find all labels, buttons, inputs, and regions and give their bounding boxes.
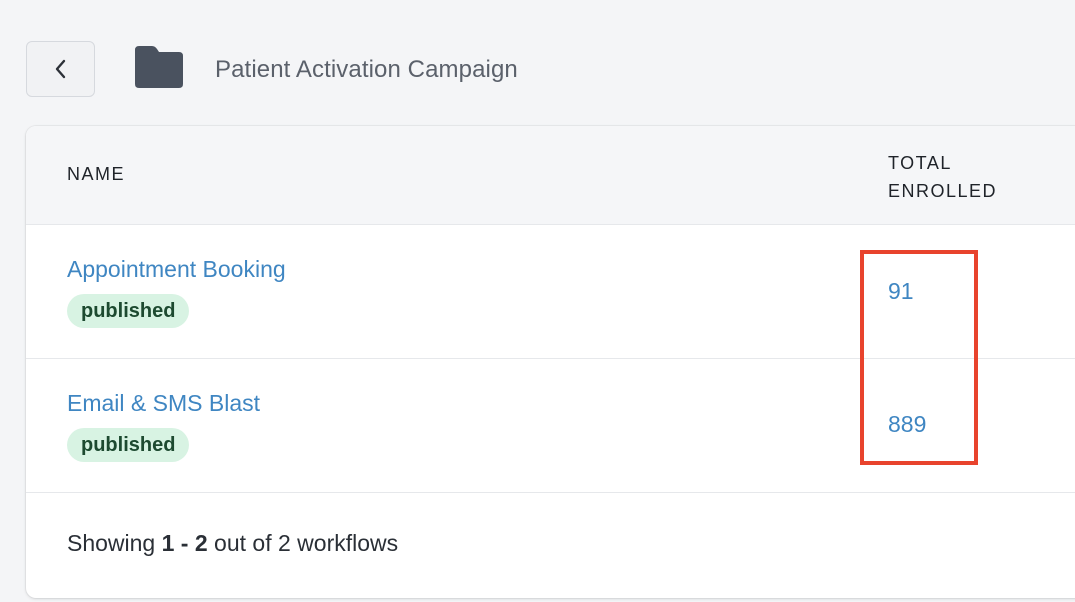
status-badge: published: [67, 294, 190, 328]
workflow-name-link[interactable]: Appointment Booking: [67, 256, 286, 283]
table-header: NAME TOTAL ENROLLED: [26, 126, 1075, 225]
workflows-table-card: NAME TOTAL ENROLLED Appointment Booking …: [26, 126, 1075, 598]
column-header-total-enrolled[interactable]: TOTAL ENROLLED: [888, 149, 997, 205]
column-header-total-enrolled-line1: TOTAL: [888, 153, 952, 173]
table-row: Appointment Booking published 91: [26, 225, 1075, 359]
back-button[interactable]: [26, 41, 95, 97]
pagination-range: 1 - 2: [161, 530, 208, 556]
pagination-prefix: Showing: [67, 530, 162, 556]
column-header-name[interactable]: NAME: [67, 164, 125, 185]
total-enrolled-link[interactable]: 889: [888, 411, 926, 438]
chevron-left-icon: [55, 59, 65, 79]
pagination-summary: Showing 1 - 2 out of 2 workflows: [67, 530, 398, 557]
pagination-suffix: out of 2 workflows: [207, 530, 399, 556]
total-enrolled-link[interactable]: 91: [888, 278, 914, 305]
table-row: Email & SMS Blast published 889: [26, 359, 1075, 493]
page-header: Patient Activation Campaign: [0, 0, 1075, 126]
workflow-name-link[interactable]: Email & SMS Blast: [67, 390, 260, 417]
status-badge: published: [67, 428, 190, 462]
folder-icon: [135, 46, 183, 88]
column-header-total-enrolled-line2: ENROLLED: [888, 181, 998, 201]
page-title: Patient Activation Campaign: [215, 56, 518, 83]
